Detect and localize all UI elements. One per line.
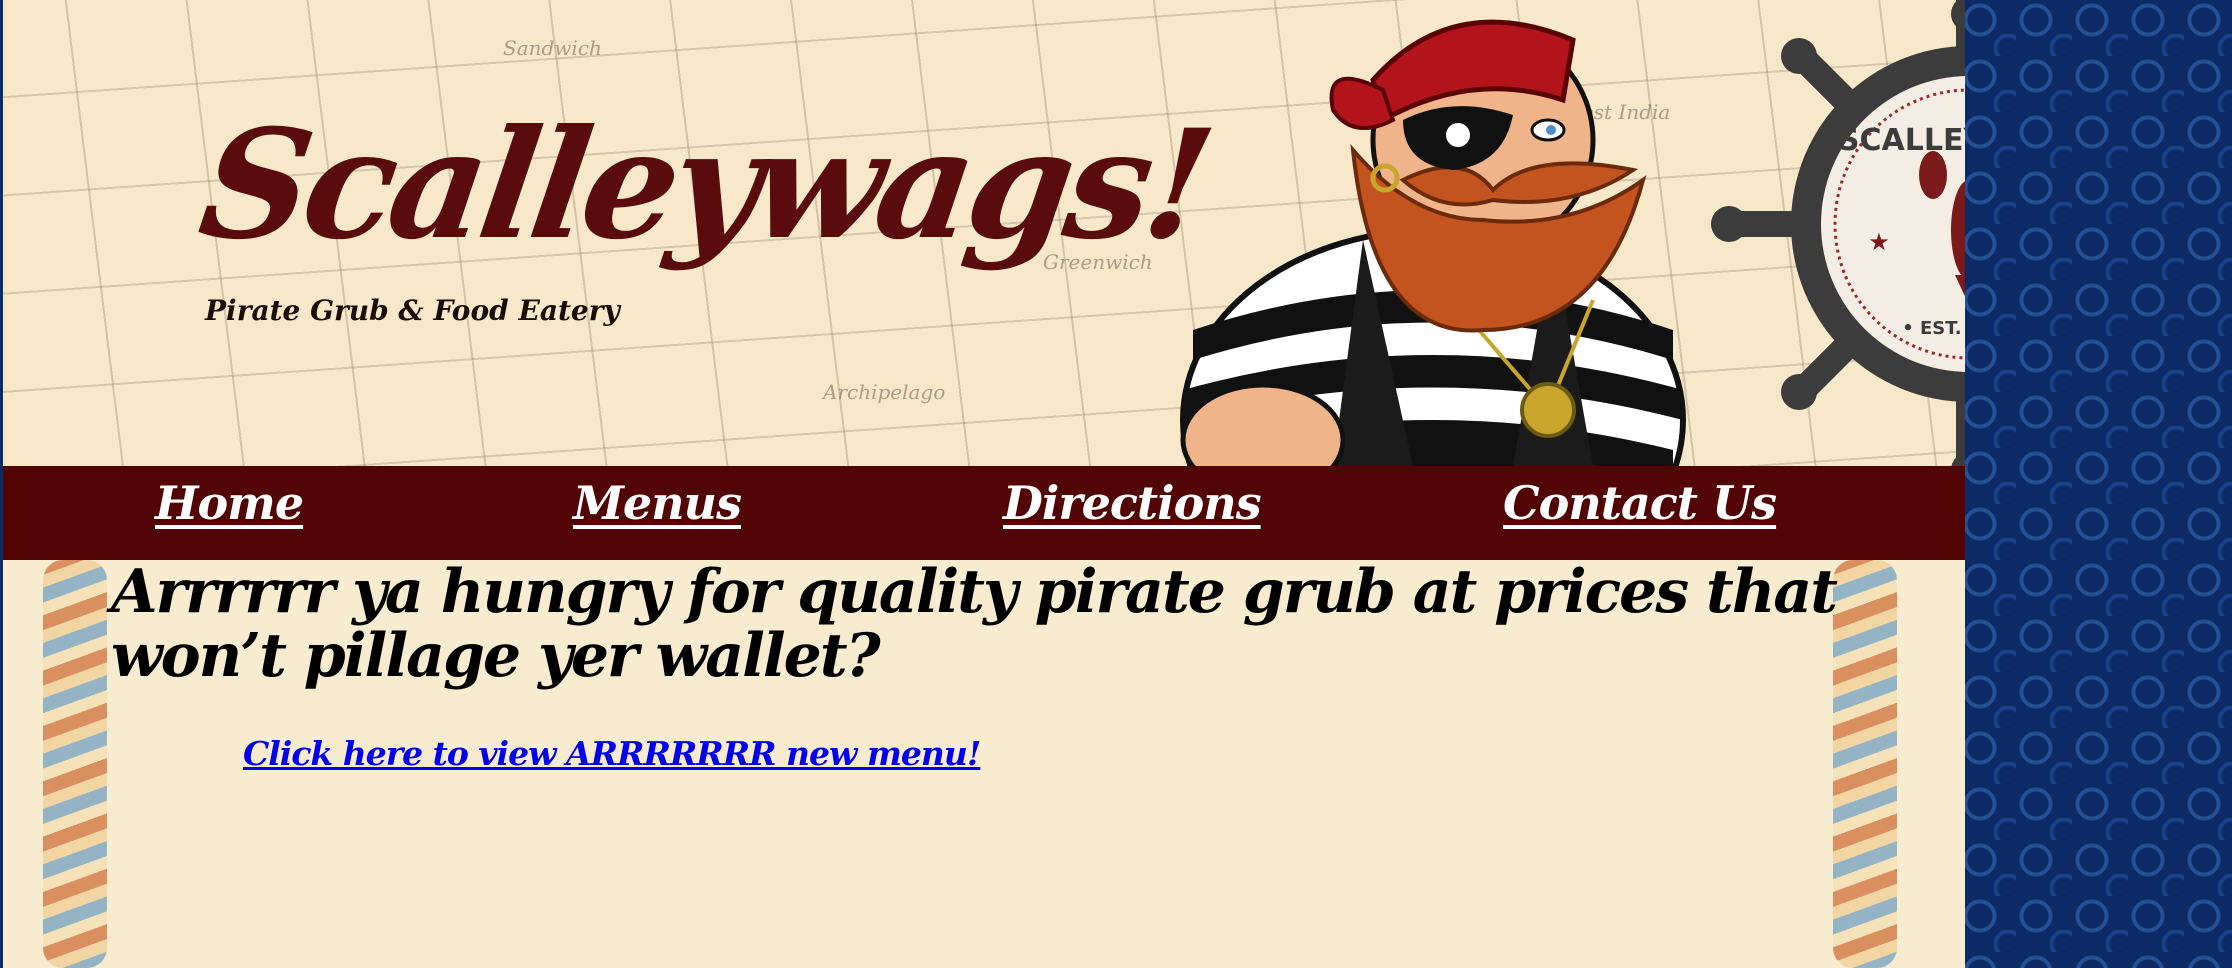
pirate-mascot-illustration	[1180, 19, 1686, 466]
main-navigation: Home Menus Directions Contact Us	[3, 466, 1965, 560]
site-tagline: Pirate Grub & Food Eatery	[205, 294, 620, 327]
nav-home-link[interactable]: Home	[155, 476, 304, 530]
ship-wheel-logo: SCALLEYWAGS! ★ ★ • EST. 2006 •	[1711, 0, 1965, 466]
site-header: Sandwich Greenwich Archipelago West Indi…	[3, 0, 1965, 466]
nav-contact-link[interactable]: Contact Us	[1503, 476, 1777, 530]
rope-border-left	[43, 560, 107, 968]
main-content: Arrrrrr ya hungry for quality pirate gru…	[3, 560, 1965, 968]
nav-menus-link[interactable]: Menus	[573, 476, 742, 530]
view-menu-link[interactable]: Click here to view ARRRRRRR new menu!	[243, 734, 981, 773]
nav-directions-link[interactable]: Directions	[1003, 476, 1262, 530]
page-container: Sandwich Greenwich Archipelago West Indi…	[0, 0, 1965, 968]
site-title: Scalleywags!	[190, 97, 1219, 273]
map-texture-label: Archipelago	[823, 380, 946, 404]
logo-wordmark: SCALLEYWAGS!	[1838, 123, 1965, 158]
map-texture-label: Sandwich	[503, 36, 602, 60]
welcome-headline: Arrrrrr ya hungry for quality pirate gru…	[111, 557, 1838, 691]
logo-established: • EST. 2006 •	[1902, 318, 1965, 339]
svg-text:★: ★	[1868, 228, 1890, 256]
